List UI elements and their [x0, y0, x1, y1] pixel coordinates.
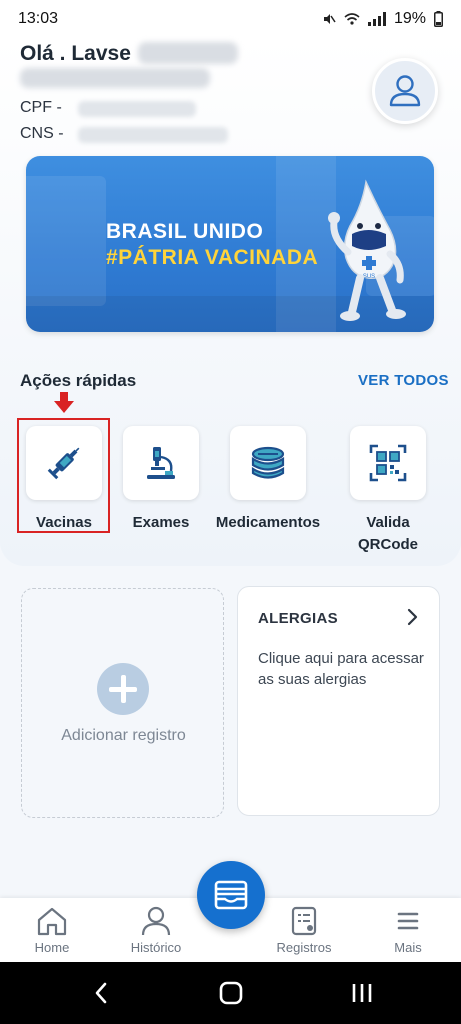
allergies-description: Clique aqui para acessar as suas alergia… — [258, 650, 424, 688]
battery-icon — [434, 11, 443, 27]
syringe-icon — [47, 447, 80, 480]
wifi-icon — [344, 13, 360, 25]
qrcode-icon — [369, 444, 407, 482]
wallet-icon — [214, 880, 248, 910]
cpf-label: CPF - — [20, 99, 62, 116]
user-icon — [389, 75, 421, 107]
signal-icon — [367, 12, 386, 26]
see-all-link[interactable]: VER TODOS — [358, 372, 449, 389]
qrcode-label-line1: Valida — [366, 514, 410, 531]
quick-actions-title: Ações rápidas — [20, 371, 137, 390]
status-icons: 19% — [322, 10, 443, 28]
user-surname-redacted — [20, 68, 210, 88]
greeting: Olá . Lavse — [20, 42, 131, 65]
exames-label[interactable]: Exames — [123, 512, 199, 534]
home-icon — [37, 907, 67, 936]
microscope-icon — [147, 447, 175, 479]
cns-value-redacted — [78, 127, 228, 143]
plus-icon — [97, 663, 149, 715]
menu-icon — [397, 912, 419, 930]
vaccine-mascot-icon: SUS — [328, 179, 406, 321]
cns-label: CNS - — [20, 125, 64, 142]
vacinas-label[interactable]: Vacinas — [26, 512, 102, 534]
home-button-icon[interactable] — [219, 981, 243, 1005]
qrcode-tile[interactable] — [350, 426, 426, 500]
records-icon — [291, 906, 317, 936]
system-nav-bar — [0, 962, 461, 1024]
wallet-fab-button[interactable] — [197, 861, 265, 929]
nav-records-label: Registros — [276, 940, 332, 955]
banner-line1: BRASIL UNIDO — [106, 220, 264, 243]
nav-history[interactable]: Histórico — [116, 906, 196, 955]
allergies-title: ALERGIAS — [258, 610, 338, 627]
red-arrow-down-icon — [54, 392, 74, 413]
nav-home[interactable]: Home — [12, 906, 92, 955]
status-bar: 13:03 19% — [0, 0, 461, 38]
nav-records[interactable]: Registros — [264, 906, 344, 955]
allergies-card[interactable]: ALERGIAS Clique aqui para acessar as sua… — [237, 586, 440, 816]
qrcode-label-line2: QRCode — [358, 536, 418, 553]
campaign-banner[interactable]: BRASIL UNIDO #PÁTRIA VACINADA SUS — [26, 156, 434, 332]
medicamentos-label[interactable]: Medicamentos — [210, 512, 326, 534]
nav-more[interactable]: Mais — [368, 906, 448, 955]
back-icon[interactable] — [92, 982, 112, 1004]
nav-more-label: Mais — [394, 940, 422, 955]
nav-home-label: Home — [34, 940, 70, 955]
person-icon — [141, 906, 171, 936]
status-time: 13:03 — [18, 10, 59, 27]
exames-tile[interactable] — [123, 426, 199, 500]
recent-apps-icon[interactable] — [350, 982, 374, 1004]
qrcode-label[interactable]: Valida QRCode — [340, 512, 436, 556]
medicamentos-tile[interactable] — [230, 426, 306, 500]
cpf-value-redacted — [78, 101, 196, 117]
mute-icon — [323, 14, 336, 24]
banner-line2: #PÁTRIA VACINADA — [106, 246, 319, 269]
nav-history-label: Histórico — [130, 940, 182, 955]
vacinas-tile[interactable] — [26, 426, 102, 500]
mascot-badge-text: SUS — [363, 274, 375, 280]
add-record-label: Adicionar registro — [61, 727, 186, 744]
chevron-right-icon — [407, 608, 418, 626]
profile-avatar-button[interactable] — [372, 58, 438, 124]
battery-text: 19% — [393, 10, 426, 27]
user-name-redacted — [138, 42, 238, 64]
pills-icon — [251, 446, 285, 479]
add-record-card[interactable]: Adicionar registro — [21, 588, 224, 818]
